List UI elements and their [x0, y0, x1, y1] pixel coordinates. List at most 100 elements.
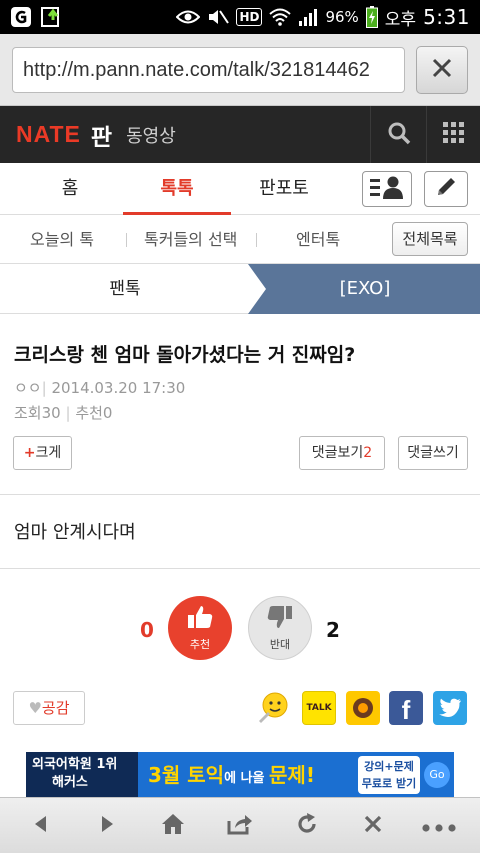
search-icon — [387, 121, 411, 149]
ad-brand: 외국어학원 1위 해커스 — [26, 752, 138, 798]
breadcrumb: 팬톡 [EXO] — [0, 264, 480, 314]
downvote-button[interactable]: 반대 — [248, 596, 312, 660]
ad-headline-a: 3월 — [148, 763, 188, 787]
ad-banner[interactable]: 외국어학원 1위 해커스 3월 토익에 나올 문제! 강의+문제 무료로 받기 … — [26, 752, 454, 798]
post-body: 엄마 안계시다며 — [14, 522, 136, 543]
twitter-icon[interactable] — [433, 691, 467, 725]
kakaotalk-text: TALK — [306, 703, 332, 713]
ad-cta: 강의+문제 무료로 받기 — [358, 756, 420, 794]
url-field[interactable]: http://m.pann.nate.com/talk/321814462 — [12, 47, 405, 93]
divider — [0, 494, 480, 495]
write-comment-button[interactable]: 댓글쓰기 — [398, 436, 468, 470]
write-post-button[interactable] — [424, 171, 468, 207]
time-ampm: 오후 — [384, 9, 417, 30]
battery-icon — [365, 6, 378, 28]
mute-icon — [207, 8, 230, 26]
sub-tabs: 오늘의 톡 톡커들의 선택 엔터톡 전체목록 — [0, 215, 480, 264]
main-tabs: 홈 톡톡 판포토 — [0, 163, 480, 215]
site-header: NATE 판 동영상 — [0, 106, 480, 163]
upload-notification-icon — [40, 6, 64, 28]
breadcrumb-current[interactable]: [EXO] — [280, 264, 450, 314]
wifi-icon — [269, 8, 292, 26]
grid-icon — [442, 121, 465, 148]
downvote-label: 반대 — [269, 638, 291, 651]
downvote-count: 2 — [326, 618, 340, 642]
video-link[interactable]: 동영상 — [126, 122, 176, 148]
kakaostory-icon[interactable] — [346, 691, 380, 725]
view-comments-button[interactable]: 댓글보기2 — [299, 436, 385, 470]
signal-icon — [298, 8, 318, 26]
ad-brand-line1: 외국어학원 1위 — [32, 757, 118, 772]
battery-percent: 96% — [325, 8, 359, 26]
ad-brand-line2: 해커스 — [52, 775, 88, 790]
subtab-divider — [126, 233, 127, 247]
post-title: 크리스랑 첸 엄마 돌아가셨다는 거 진짜임? — [14, 344, 356, 366]
post-author: ㅇㅇ — [14, 379, 42, 397]
view-count: 조회30 — [14, 404, 61, 422]
plus-icon: + — [23, 445, 36, 461]
all-list-button[interactable]: 전체목록 — [392, 222, 468, 256]
recommend-count: 추천0 — [75, 404, 113, 422]
ad-cta-line1: 강의+문제 — [364, 760, 414, 773]
share-icon — [227, 813, 253, 839]
home-button[interactable] — [140, 798, 206, 853]
emoticon-icon[interactable] — [256, 691, 290, 725]
ad-go-button[interactable]: Go — [424, 762, 450, 788]
my-profile-button[interactable] — [362, 171, 412, 207]
nate-logo[interactable]: NATE — [16, 121, 81, 148]
back-icon — [32, 814, 50, 838]
thumbs-up-icon — [186, 604, 214, 634]
eye-icon — [176, 9, 201, 25]
refresh-icon — [296, 813, 318, 839]
tab-talk[interactable]: 톡톡 — [123, 163, 231, 215]
tab-home[interactable]: 홈 — [20, 163, 120, 215]
upvote-button[interactable]: 추천 — [168, 596, 232, 660]
ad-cta-line2: 무료로 받기 — [361, 777, 417, 790]
post-stats: 조회30 | 추천0 — [14, 404, 113, 422]
close-tab-button[interactable] — [340, 798, 406, 853]
browser-bottom-nav — [0, 797, 480, 853]
pann-section-title[interactable]: 판 — [91, 118, 112, 152]
heart-icon: ♥ — [28, 699, 42, 717]
refresh-button[interactable] — [274, 798, 340, 853]
pencil-icon — [434, 175, 458, 203]
like-label: 공감 — [41, 699, 70, 717]
back-button[interactable] — [8, 798, 74, 853]
status-bar: HD 96% 오후 5:31 — [0, 0, 480, 34]
more-button[interactable] — [406, 798, 472, 853]
more-icon — [422, 817, 456, 836]
subtab-today-talk[interactable]: 오늘의 톡 — [30, 215, 94, 264]
stop-loading-button[interactable] — [416, 46, 468, 94]
upvote-count: 0 — [140, 618, 154, 642]
clock: 5:31 — [423, 5, 470, 29]
hd-icon: HD — [236, 8, 263, 26]
comment-count: 2 — [363, 445, 373, 461]
menu-grid-button[interactable] — [426, 106, 480, 163]
upvote-label: 추천 — [189, 638, 211, 651]
search-button[interactable] — [370, 106, 426, 163]
facebook-icon[interactable]: f — [389, 691, 423, 725]
divider — [0, 568, 480, 569]
browser-toolbar: http://m.pann.nate.com/talk/321814462 — [0, 34, 480, 106]
thumbs-down-icon — [266, 604, 294, 634]
breadcrumb-parent[interactable]: 팬톡 — [0, 264, 250, 314]
post-date: 2014.03.20 17:30 — [51, 379, 186, 397]
enlarge-label: 크게 — [35, 445, 62, 461]
kakaotalk-icon[interactable]: TALK — [302, 691, 336, 725]
ad-headline-c: 에 나올 — [224, 771, 270, 786]
subtab-divider — [256, 233, 257, 247]
ad-headline: 3월 토익에 나올 문제! — [138, 752, 358, 798]
forward-icon — [98, 814, 116, 838]
close-icon — [431, 57, 453, 83]
home-icon — [161, 813, 185, 839]
ad-headline-d: 문제! — [269, 763, 315, 787]
forward-button[interactable] — [74, 798, 140, 853]
share-button[interactable] — [207, 798, 273, 853]
view-comments-label: 댓글보기 — [311, 445, 364, 461]
like-button[interactable]: ♥공감 — [13, 691, 85, 725]
enlarge-text-button[interactable]: +크게 — [13, 436, 72, 470]
ad-headline-b: 토익 — [187, 763, 225, 787]
subtab-talkers-choice[interactable]: 톡커들의 선택 — [144, 215, 237, 264]
subtab-enter-talk[interactable]: 엔터톡 — [296, 215, 340, 264]
tab-pan-photo[interactable]: 판포토 — [234, 163, 334, 215]
